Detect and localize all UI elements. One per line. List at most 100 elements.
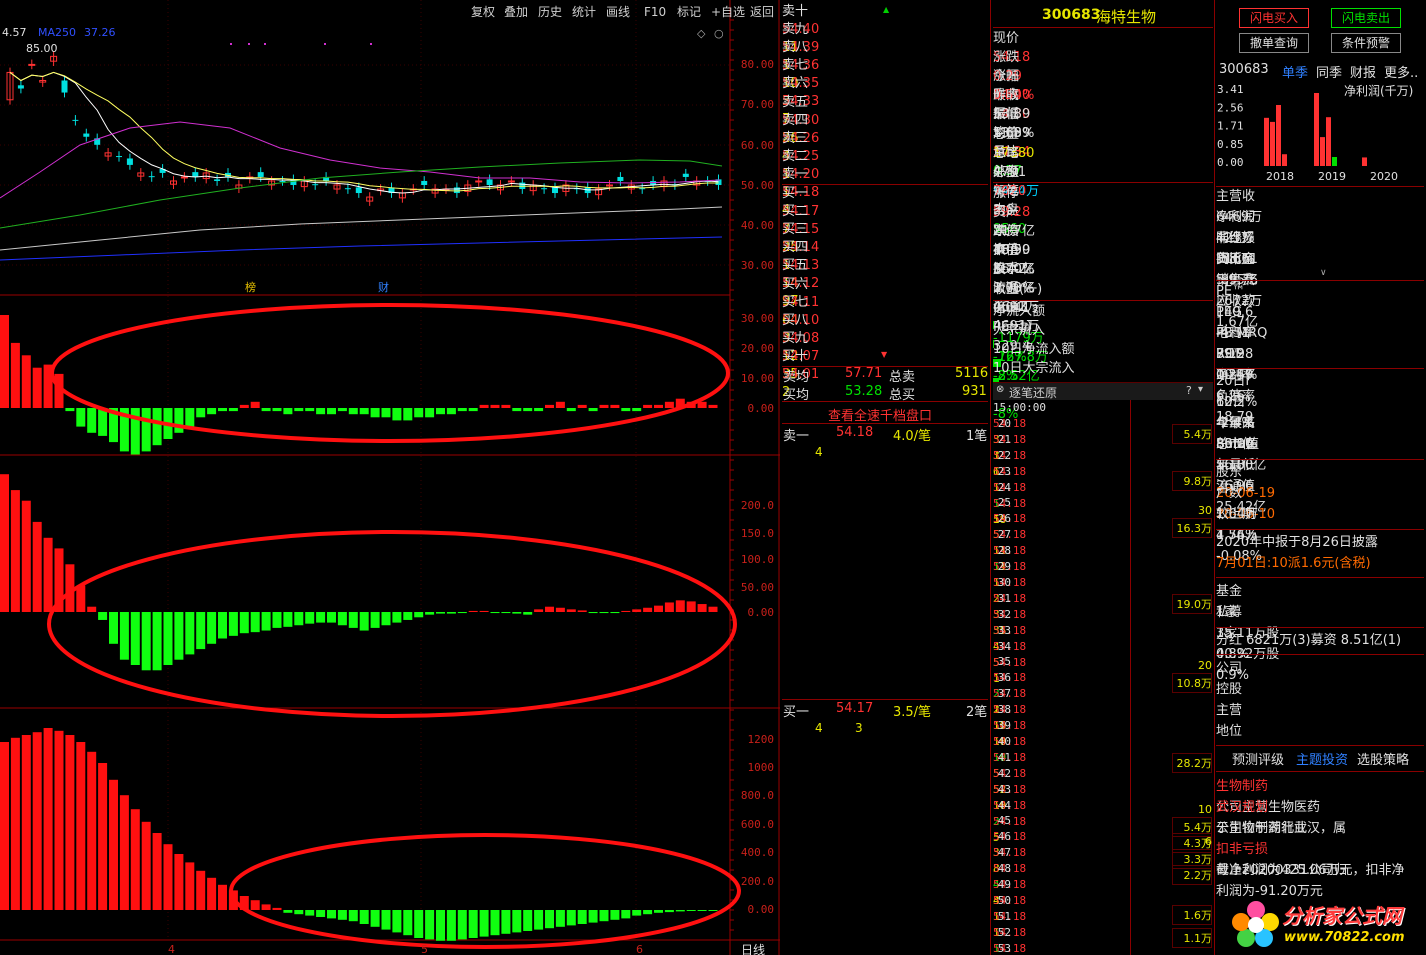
- cancel-query-button[interactable]: 撤单查询: [1239, 33, 1309, 53]
- quote-row: 外盘 7820 内盘 9560: [993, 163, 1213, 237]
- signal-dot: [248, 43, 250, 45]
- ticks-header: ⊗ 逐笔还原 ? ▾: [993, 382, 1213, 400]
- marker-bang[interactable]: 榜: [245, 279, 256, 295]
- tick-bubble-count: 30: [1198, 504, 1212, 517]
- p2-axis-30: 30.00: [740, 312, 774, 325]
- flash-sell-button[interactable]: 闪电卖出: [1331, 8, 1401, 28]
- total-buy-label: 总买: [889, 388, 916, 403]
- candle-body: [257, 172, 264, 177]
- tick-second: 25: [997, 496, 1011, 510]
- flash-buy-button[interactable]: 闪电买入: [1239, 8, 1309, 28]
- p4-axis-200: 200.0: [740, 875, 774, 888]
- indicator2-bar: [490, 404, 500, 408]
- tab-more[interactable]: 更多..: [1384, 62, 1418, 81]
- expand-chevron-icon[interactable]: ∨: [1320, 268, 1327, 278]
- link-strategy[interactable]: 选股策略: [1357, 749, 1409, 768]
- chart-area[interactable]: [0, 0, 780, 955]
- toolbar-f10[interactable]: F10: [641, 3, 669, 21]
- right-divider: [1216, 627, 1424, 628]
- val-label: PEG: [1216, 305, 1243, 320]
- view-full-depth-link[interactable]: 查看全速千档盘口: [828, 405, 932, 424]
- holder-label: 较上期: [1216, 507, 1256, 522]
- indicator4-bar: [130, 809, 140, 910]
- right-divider: [1216, 771, 1424, 772]
- toolbar-back[interactable]: 返回: [747, 3, 777, 21]
- indicator4-bar: [305, 910, 315, 916]
- indicator3-bar: [621, 610, 631, 612]
- collapse-icon[interactable]: ◇: [697, 27, 705, 40]
- total-buy-value: 931: [962, 384, 987, 399]
- indicator3-bar: [207, 612, 217, 644]
- company-label: 主营: [1216, 703, 1243, 718]
- tab-single-quarter[interactable]: 单季: [1282, 62, 1308, 81]
- tab-same-quarter[interactable]: 同季: [1316, 62, 1342, 81]
- p3-axis-150: 150.0: [740, 527, 774, 540]
- company-row: 控股陈亚: [1216, 679, 1424, 700]
- indicator2-bar: [359, 408, 369, 415]
- indicator2-bar: [305, 408, 315, 412]
- fin-row: 非经损 516万 销售费 2672万: [1216, 228, 1424, 309]
- marker-cai[interactable]: 财: [378, 279, 389, 295]
- ma-value: 37.26: [84, 26, 116, 39]
- candle-body: [61, 80, 68, 93]
- fin-year-label: 2018: [1266, 170, 1294, 183]
- toolbar-history[interactable]: 历史: [535, 3, 565, 21]
- toolbar-restore-rights[interactable]: 复权: [468, 3, 498, 21]
- p4-axis-600: 600.0: [740, 818, 774, 831]
- candle-body: [180, 176, 188, 179]
- toolbar-overlay[interactable]: 叠加: [501, 3, 531, 21]
- fin-axis-label: 1.71: [1217, 120, 1244, 133]
- indicator3-bar: [436, 612, 445, 614]
- tick-row: 22 54.18 1: [993, 448, 1213, 494]
- signal-dot: [324, 43, 326, 45]
- condition-alert-button[interactable]: 条件预警: [1331, 33, 1401, 53]
- candle-body: [453, 187, 460, 194]
- period-label[interactable]: 日线: [741, 941, 765, 955]
- watermark-logo: 分析家公式网 www.70822.com: [1228, 896, 1424, 954]
- concept-tag: 生物制药: [1216, 779, 1269, 794]
- quote-row: 资产 21.7亿 市值 56.0亿: [993, 203, 1213, 277]
- toolbar-draw[interactable]: 画线: [603, 3, 633, 21]
- indicator2-bar: [457, 408, 467, 412]
- tick-second: 30: [997, 575, 1011, 589]
- main-chart-svg[interactable]: [0, 0, 780, 955]
- quote-row: 收益(一) 0.041 PE(动) 329.4: [993, 280, 1213, 354]
- tick-second: 28: [997, 544, 1011, 558]
- collapse-ticks-icon[interactable]: ⊗: [996, 384, 1004, 395]
- link-theme[interactable]: 主题投资: [1296, 749, 1348, 768]
- concept-tag: 武汉规划: [1216, 800, 1269, 815]
- fin-axis-label: 0.85: [1217, 138, 1244, 151]
- ticks-help-icon[interactable]: ?: [1186, 384, 1192, 397]
- total-sell-value: 5116: [955, 366, 989, 381]
- indicator3-bar: [316, 612, 326, 623]
- expand-icon[interactable]: ○: [714, 27, 724, 40]
- ask-level-label: 卖三: [782, 130, 809, 146]
- tab-report[interactable]: 财报: [1350, 62, 1376, 81]
- indicator2-bar: [98, 408, 108, 436]
- toolbar-stats[interactable]: 统计: [569, 3, 599, 21]
- holder-label: 户数: [1216, 486, 1243, 501]
- right-code: 300683: [1219, 62, 1269, 77]
- deduct-row: 扣非亏损 截止20200331公司归: [1216, 839, 1424, 878]
- indicator2-bar: [174, 408, 184, 433]
- indicator3-bar: [381, 612, 391, 626]
- candle-body: [606, 184, 613, 187]
- toolbar-add-favorite[interactable]: +自选: [708, 3, 748, 21]
- ticks-menu-icon[interactable]: ▾: [1198, 384, 1203, 395]
- indicator3-bar: [414, 612, 424, 618]
- company-label: 地位: [1216, 724, 1243, 739]
- tick-second: 48: [997, 862, 1011, 876]
- ask-level-label: 卖七: [782, 58, 809, 74]
- indicator4-bar: [207, 877, 217, 910]
- avg-buy-label: 买均: [783, 388, 810, 403]
- tick-bubble-box: [1172, 594, 1212, 614]
- indicator2-bar: [283, 408, 293, 415]
- report-notice: 2020年中报于8月26日披露: [1216, 535, 1378, 550]
- indicator3-bar: [359, 612, 369, 631]
- tick-row: 39 54.18 10: [993, 718, 1213, 764]
- tick-second: 51: [997, 909, 1011, 923]
- toolbar-mark[interactable]: 标记: [674, 3, 704, 21]
- indicator3-bar: [228, 612, 238, 636]
- link-forecast[interactable]: 预测评级: [1232, 749, 1284, 768]
- ask-row: 卖三 54.25 1: [782, 130, 988, 182]
